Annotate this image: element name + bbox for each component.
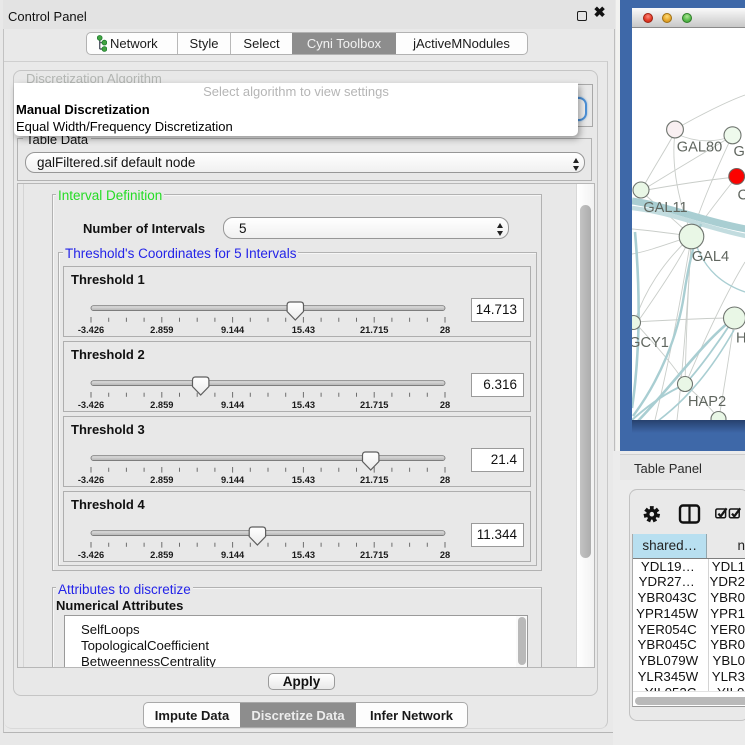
svg-text:G.: G. xyxy=(734,144,745,160)
svg-text:-3.426: -3.426 xyxy=(78,325,104,335)
svg-text:21.715: 21.715 xyxy=(360,325,388,335)
svg-text:28: 28 xyxy=(440,325,450,335)
svg-text:2.859: 2.859 xyxy=(150,325,173,335)
svg-text:15.43: 15.43 xyxy=(292,325,315,335)
svg-text:9.144: 9.144 xyxy=(221,400,245,410)
svg-text:28: 28 xyxy=(440,550,450,560)
svg-text:15.43: 15.43 xyxy=(292,475,315,485)
svg-text:HAP2: HAP2 xyxy=(688,394,726,410)
svg-text:H: H xyxy=(736,331,745,347)
svg-text:GAL4: GAL4 xyxy=(692,249,729,265)
svg-text:GAL80: GAL80 xyxy=(677,139,722,155)
svg-text:-3.426: -3.426 xyxy=(78,475,104,485)
svg-text:2.859: 2.859 xyxy=(150,550,173,560)
svg-text:2.859: 2.859 xyxy=(150,475,173,485)
svg-text:-3.426: -3.426 xyxy=(78,550,104,560)
svg-text:21.715: 21.715 xyxy=(360,475,388,485)
svg-text:9.144: 9.144 xyxy=(221,475,245,485)
svg-text:9.144: 9.144 xyxy=(221,550,245,560)
svg-text:C: C xyxy=(738,188,745,204)
svg-text:28: 28 xyxy=(440,400,450,410)
svg-text:21.715: 21.715 xyxy=(360,550,388,560)
svg-text:GCY1: GCY1 xyxy=(632,335,669,351)
svg-text:-3.426: -3.426 xyxy=(78,400,104,410)
svg-text:28: 28 xyxy=(440,475,450,485)
svg-text:21.715: 21.715 xyxy=(360,400,388,410)
svg-text:9.144: 9.144 xyxy=(221,325,245,335)
svg-text:GAL11: GAL11 xyxy=(643,200,687,216)
svg-text:15.43: 15.43 xyxy=(292,400,315,410)
svg-text:2.859: 2.859 xyxy=(150,400,173,410)
svg-text:15.43: 15.43 xyxy=(292,550,315,560)
